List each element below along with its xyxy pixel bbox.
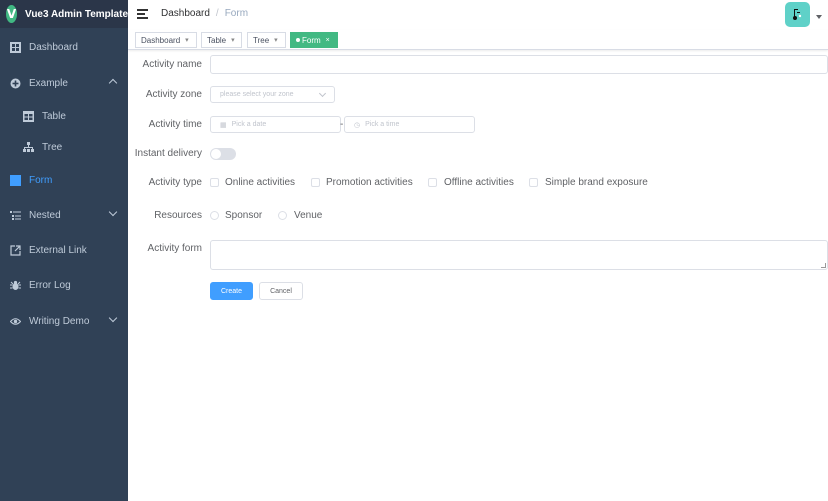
sidebar-item-label: Writing Demo (29, 315, 90, 327)
sidebar-item-external-link[interactable]: External Link (0, 235, 128, 265)
activity-zone-placeholder: please select your zone (220, 91, 294, 98)
form-icon (9, 174, 21, 186)
radio-sponsor[interactable] (210, 211, 219, 220)
app-title: Vue3 Admin Template (25, 8, 128, 20)
vue-logo-icon: V (6, 5, 18, 23)
close-icon[interactable]: × (326, 37, 330, 44)
tag-label: Tree (253, 35, 270, 45)
example-icon (9, 77, 21, 89)
close-icon[interactable]: ▾ (274, 36, 278, 44)
tag-label: Table (207, 35, 227, 45)
hamburger-icon[interactable] (137, 9, 148, 19)
navbar: Dashboard / Form (128, 0, 828, 30)
resources-label: Resources (154, 210, 202, 221)
tag-label: Form (302, 35, 321, 45)
table-icon (22, 110, 34, 122)
resize-handle-icon[interactable] (821, 263, 826, 268)
close-icon[interactable]: ▾ (231, 36, 235, 44)
instant-delivery-label: Instant delivery (134, 148, 202, 159)
chevron-down-icon (108, 207, 118, 217)
chevron-down-icon (318, 89, 327, 98)
tree-icon (22, 141, 34, 153)
sidebar-item-label: Form (29, 174, 53, 186)
sidebar-item-writing-demo[interactable]: Writing Demo (0, 306, 128, 336)
tag-dashboard[interactable]: Dashboard ▾ (135, 32, 197, 48)
time-picker-input[interactable]: ◷ Pick a time (344, 116, 475, 133)
avatar-image-icon (793, 9, 802, 20)
radio-venue[interactable] (278, 211, 287, 220)
sidebar-item-table[interactable]: Table (0, 101, 128, 131)
radio-label[interactable]: Venue (294, 210, 322, 221)
tag-tree[interactable]: Tree ▾ (247, 32, 286, 48)
checkbox-label[interactable]: Simple brand exposure (545, 177, 648, 188)
sidebar-item-label: Nested (29, 209, 61, 221)
sidebar-item-tree[interactable]: Tree (0, 132, 128, 162)
chevron-up-icon (108, 78, 118, 88)
switch-knob (211, 149, 221, 159)
breadcrumb-dashboard[interactable]: Dashboard (161, 8, 210, 19)
date-picker-input[interactable]: ▦ Pick a date (210, 116, 341, 133)
avatar[interactable] (785, 2, 810, 27)
nested-icon (9, 209, 21, 221)
create-button[interactable]: Create (210, 282, 253, 300)
cancel-button[interactable]: Cancel (259, 282, 303, 300)
sidebar-item-label: Example (29, 77, 68, 89)
link-icon (9, 244, 21, 256)
checkbox-online-activities[interactable] (210, 178, 219, 187)
checkbox-label[interactable]: Offline activities (444, 177, 514, 188)
time-range-separator: - (340, 119, 344, 130)
eye-icon (9, 315, 21, 327)
chevron-down-icon (108, 313, 118, 323)
calendar-icon: ▦ (220, 121, 227, 129)
activity-form-label: Activity form (147, 243, 202, 254)
breadcrumb: Dashboard / Form (161, 8, 248, 19)
checkbox-offline-activities[interactable] (428, 178, 437, 187)
radio-label[interactable]: Sponsor (225, 210, 262, 221)
app-root: V Vue3 Admin Template Dashboard Example … (0, 0, 828, 501)
sidebar-item-dashboard[interactable]: Dashboard (0, 32, 128, 62)
activity-zone-label: Activity zone (145, 89, 202, 100)
date-placeholder: Pick a date (231, 121, 267, 128)
clock-icon: ◷ (354, 121, 361, 129)
activity-name-label: Activity name (142, 59, 202, 70)
checkbox-promotion-activities[interactable] (311, 178, 320, 187)
activity-form-textarea[interactable] (210, 240, 828, 270)
bug-icon (9, 279, 21, 291)
activity-zone-select[interactable]: please select your zone (210, 86, 335, 103)
sidebar-item-label: External Link (29, 244, 87, 256)
checkbox-label[interactable]: Online activities (225, 177, 295, 188)
tag-label: Dashboard (141, 35, 181, 45)
tag-table[interactable]: Table ▾ (201, 32, 242, 48)
sidebar-item-error-log[interactable]: Error Log (0, 270, 128, 300)
breadcrumb-form: Form (224, 8, 249, 19)
caret-down-icon[interactable] (816, 15, 822, 19)
sidebar-item-label: Tree (42, 141, 63, 153)
close-icon[interactable]: ▾ (185, 36, 189, 44)
breadcrumb-separator: / (215, 8, 219, 19)
sidebar: V Vue3 Admin Template Dashboard Example … (0, 0, 128, 501)
activity-name-input[interactable] (210, 55, 828, 74)
checkbox-label[interactable]: Promotion activities (326, 177, 413, 188)
tag-form[interactable]: Form × (290, 32, 338, 48)
tags-view: Dashboard ▾ Table ▾ Tree ▾ Form × (128, 30, 828, 50)
sidebar-logo[interactable]: V Vue3 Admin Template (0, 0, 128, 28)
activity-time-label: Activity time (148, 119, 202, 130)
checkbox-simple-brand-exposure[interactable] (529, 178, 538, 187)
active-dot-icon (296, 38, 300, 42)
activity-type-label: Activity type (148, 177, 202, 188)
sidebar-item-example[interactable]: Example (0, 68, 128, 98)
time-placeholder: Pick a time (365, 121, 400, 128)
sidebar-item-form[interactable]: Form (0, 165, 128, 195)
sidebar-item-label: Table (42, 110, 66, 122)
instant-delivery-switch[interactable] (210, 148, 236, 160)
dashboard-icon (9, 41, 21, 53)
sidebar-item-nested[interactable]: Nested (0, 200, 128, 230)
sidebar-item-label: Error Log (29, 279, 71, 291)
sidebar-item-label: Dashboard (29, 41, 78, 53)
